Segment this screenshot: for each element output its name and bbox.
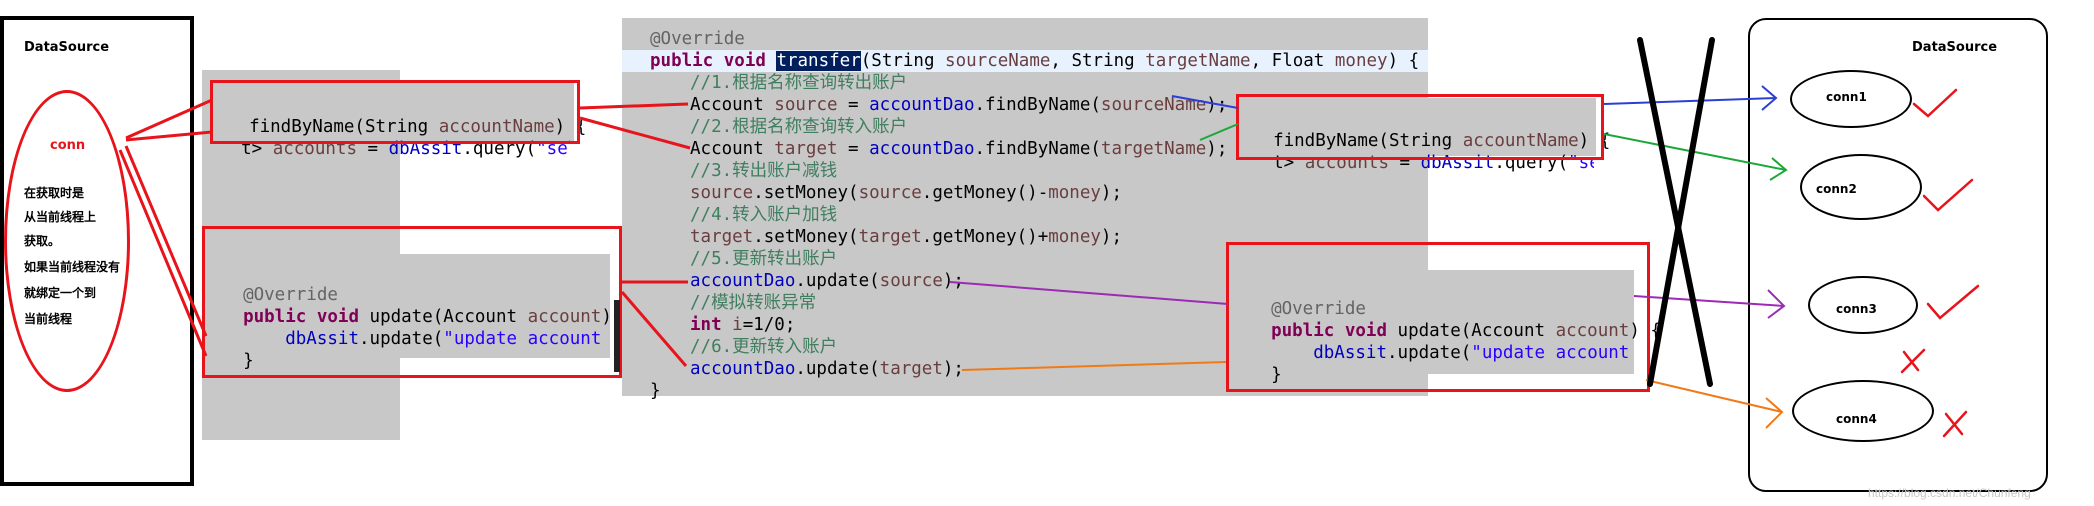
cross-out-x xyxy=(1637,37,1715,387)
purple-arrow xyxy=(949,281,1786,319)
check-marks xyxy=(1912,88,1980,320)
blue-arrow xyxy=(1171,85,1778,111)
orange-arrow xyxy=(961,361,1784,429)
x-marks xyxy=(1900,348,1968,438)
annotation-overlay xyxy=(118,37,1980,438)
red-connector-lines xyxy=(118,98,691,367)
